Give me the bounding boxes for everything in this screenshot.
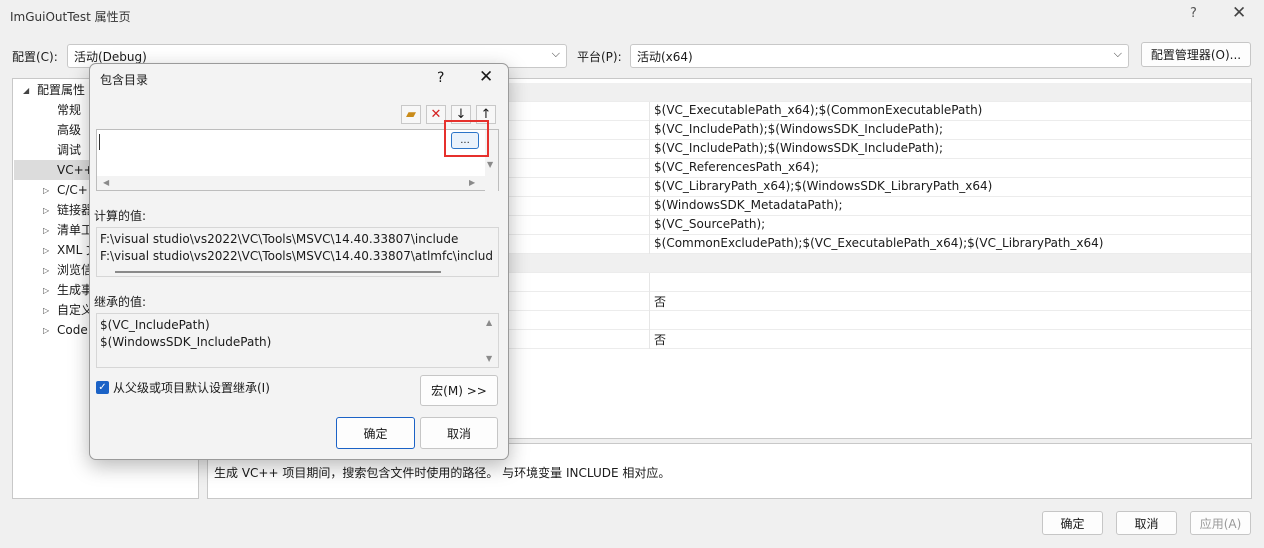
grid-separator (649, 159, 650, 178)
dialog-title: 包含目录 (100, 73, 149, 87)
grid-value: $(VC_ReferencesPath_x64); (654, 160, 820, 174)
tree-item[interactable]: 高级 (57, 120, 81, 140)
grid-separator (649, 273, 650, 292)
expand-icon[interactable]: ◢ (23, 86, 29, 95)
grid-value: $(VC_LibraryPath_x64);$(WindowsSDK_Libra… (654, 179, 993, 193)
grid-separator (649, 197, 650, 216)
platform-value: 活动(x64) (637, 50, 693, 64)
tree-item[interactable]: 调试 (57, 140, 81, 160)
grid-value: $(CommonExcludePath);$(VC_ExecutablePath… (654, 236, 1104, 250)
computed-label: 计算的值: (94, 209, 147, 223)
scroll-down-icon[interactable]: ▼ (487, 160, 493, 169)
config-label: 配置(C): (12, 50, 58, 64)
grid-separator (649, 311, 650, 330)
tree-item[interactable]: 清单工 (57, 220, 93, 240)
grid-value: $(VC_SourcePath); (654, 217, 766, 231)
expand-icon[interactable]: ▷ (43, 246, 49, 255)
platform-select[interactable]: 活动(x64) ⌵ (630, 44, 1129, 68)
grid-separator (649, 216, 650, 235)
computed-line: F:\visual studio\vs2022\VC\Tools\MSVC\14… (100, 232, 459, 246)
inherited-values-box: $(VC_IncludePath) $(WindowsSDK_IncludePa… (96, 313, 499, 368)
grid-value: $(VC_IncludePath);$(WindowsSDK_IncludePa… (654, 141, 944, 155)
horizontal-scrollbar[interactable]: ◀ ▶ (97, 176, 486, 190)
expand-icon[interactable]: ▷ (43, 226, 49, 235)
grid-value: $(VC_ExecutablePath_x64);$(CommonExecuta… (654, 103, 983, 117)
text-caret (99, 134, 100, 150)
directory-list[interactable]: ◀ ▶ ▼ (96, 129, 499, 192)
inherit-checkbox[interactable]: ✓ (96, 381, 109, 394)
computed-values-box: F:\visual studio\vs2022\VC\Tools\MSVC\14… (96, 227, 499, 277)
tree-item[interactable]: 链接器 (57, 200, 93, 220)
tree-item[interactable]: Code (57, 320, 88, 340)
inherit-checkbox-row[interactable]: ✓ 从父级或项目默认设置继承(I) (96, 379, 270, 396)
close-button[interactable]: ✕ (1232, 3, 1246, 23)
inherit-checkbox-label: 从父级或项目默认设置继承(I) (113, 381, 270, 395)
scroll-left-icon[interactable]: ◀ (103, 178, 109, 187)
grid-separator (649, 292, 650, 311)
chevron-down-icon: ⌵ (551, 47, 560, 60)
dialog-cancel-button[interactable]: 取消 (420, 417, 498, 449)
dialog-help-button[interactable]: ? (437, 70, 444, 86)
window-title: ImGuiOutTest 属性页 (10, 10, 131, 24)
expand-icon[interactable]: ▷ (43, 206, 49, 215)
expand-icon[interactable]: ▷ (43, 286, 49, 295)
scroll-up-icon[interactable]: ▲ (486, 318, 492, 327)
include-directories-dialog: 包含目录 ? ✕ ▰ ✕ ↓ ↑ ◀ ▶ ▼ ... 计算的值: F:\visu… (89, 63, 509, 460)
grid-value: $(VC_IncludePath);$(WindowsSDK_IncludePa… (654, 122, 944, 136)
tree-item[interactable]: 生成事 (57, 280, 93, 300)
expand-icon[interactable]: ▷ (43, 326, 49, 335)
description-text: 生成 VC++ 项目期间，搜索包含文件时使用的路径。 与环境变量 INCLUDE… (214, 466, 671, 480)
config-manager-button[interactable]: 配置管理器(O)... (1141, 42, 1251, 67)
grid-separator (649, 121, 650, 140)
macro-button[interactable]: 宏(M) >> (420, 375, 498, 406)
platform-label: 平台(P): (577, 50, 622, 64)
grid-separator (649, 235, 650, 254)
tree-item[interactable]: 常规 (57, 100, 81, 120)
grid-separator (649, 102, 650, 121)
expand-icon[interactable]: ▷ (43, 186, 49, 195)
tree-item[interactable]: 浏览信 (57, 260, 93, 280)
expand-icon[interactable]: ▷ (43, 306, 49, 315)
grid-separator (649, 330, 650, 349)
highlight-box (444, 120, 489, 157)
scroll-right-icon[interactable]: ▶ (469, 178, 475, 187)
apply-button[interactable]: 应用(A) (1190, 511, 1251, 535)
scroll-down-icon[interactable]: ▼ (486, 354, 492, 363)
chevron-down-icon: ⌵ (1113, 47, 1122, 60)
tree-item-selected[interactable]: VC++ (14, 160, 94, 180)
expand-icon[interactable]: ▷ (43, 266, 49, 275)
horizontal-scrollbar[interactable] (115, 271, 441, 273)
config-value: 活动(Debug) (74, 50, 147, 64)
grid-value: $(WindowsSDK_MetadataPath); (654, 198, 843, 212)
dialog-close-button[interactable]: ✕ (479, 67, 493, 87)
grid-separator (649, 178, 650, 197)
grid-value: 否 (654, 295, 667, 309)
cancel-button[interactable]: 取消 (1116, 511, 1177, 535)
inherited-label: 继承的值: (94, 295, 147, 309)
grid-separator (649, 140, 650, 159)
help-button[interactable]: ? (1190, 6, 1197, 21)
delete-icon[interactable]: ✕ (426, 105, 446, 124)
inherited-line: $(WindowsSDK_IncludePath) (100, 335, 272, 349)
tree-item[interactable]: 自定义 (57, 300, 93, 320)
inherited-line: $(VC_IncludePath) (100, 318, 210, 332)
dialog-ok-button[interactable]: 确定 (336, 417, 415, 449)
computed-line: F:\visual studio\vs2022\VC\Tools\MSVC\14… (100, 249, 493, 263)
new-folder-icon[interactable]: ▰ (401, 105, 421, 124)
grid-value: 否 (654, 333, 667, 347)
tree-item-root[interactable]: 配置属性 (37, 80, 85, 100)
tree-item[interactable]: C/C+ (57, 180, 88, 200)
ok-button[interactable]: 确定 (1042, 511, 1103, 535)
